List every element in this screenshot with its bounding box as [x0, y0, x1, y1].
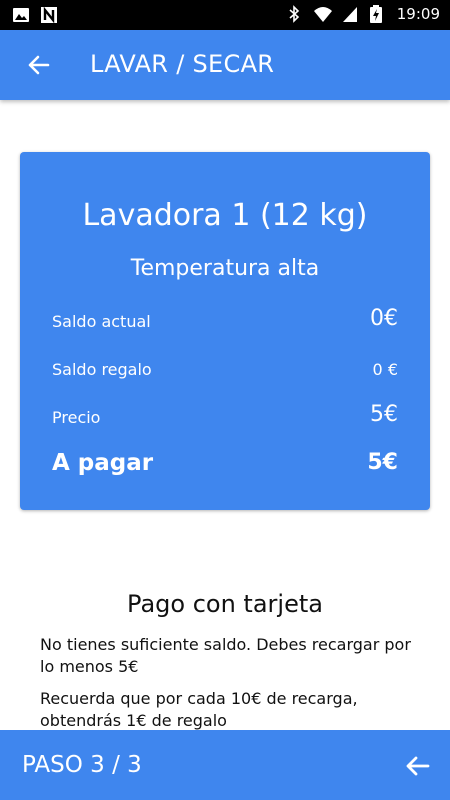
app-bar: LAVAR / SECAR: [0, 30, 450, 100]
gift-balance-value: 0 €: [372, 360, 398, 379]
page-title: LAVAR / SECAR: [90, 50, 275, 78]
n-icon: [40, 6, 58, 24]
total-row: A pagar 5€: [52, 450, 398, 480]
clock: 19:09: [396, 5, 440, 23]
machine-name: Lavadora 1 (12 kg): [82, 198, 368, 233]
order-summary-card: Lavadora 1 (12 kg) Temperatura alta Sald…: [20, 152, 430, 510]
wifi-icon: [313, 5, 332, 23]
current-balance-label: Saldo actual: [52, 312, 151, 331]
arrow-left-icon: [22, 55, 58, 84]
insufficient-balance-notice: No tienes suficiente saldo. Debes recarg…: [40, 635, 411, 676]
total-label: A pagar: [52, 450, 154, 476]
bottom-bar: PASO 3 / 3: [0, 730, 450, 800]
total-value: 5€: [367, 450, 398, 475]
price-value: 5€: [370, 402, 398, 427]
step-indicator: PASO 3 / 3: [22, 752, 142, 778]
price-row: Precio 5€: [52, 402, 398, 432]
recharge-bonus-note: Recuerda que por cada 10€ de recarga, ob…: [40, 689, 358, 730]
price-label: Precio: [52, 408, 101, 427]
program-name: Temperatura alta: [130, 256, 320, 281]
payment-title: Pago con tarjeta: [127, 590, 323, 618]
image-icon: [12, 6, 30, 24]
status-bar: 19:09: [0, 0, 450, 30]
signal-icon: [341, 5, 359, 23]
battery-charging-icon: [369, 5, 387, 23]
arrow-left-icon: [400, 756, 436, 785]
bluetooth-icon: [285, 5, 303, 23]
back-button[interactable]: [22, 50, 58, 80]
current-balance-row: Saldo actual 0€: [52, 306, 398, 336]
next-button[interactable]: [400, 751, 436, 781]
gift-balance-label: Saldo regalo: [52, 360, 152, 379]
current-balance-value: 0€: [370, 306, 398, 331]
gift-balance-row: Saldo regalo 0 €: [52, 354, 398, 384]
